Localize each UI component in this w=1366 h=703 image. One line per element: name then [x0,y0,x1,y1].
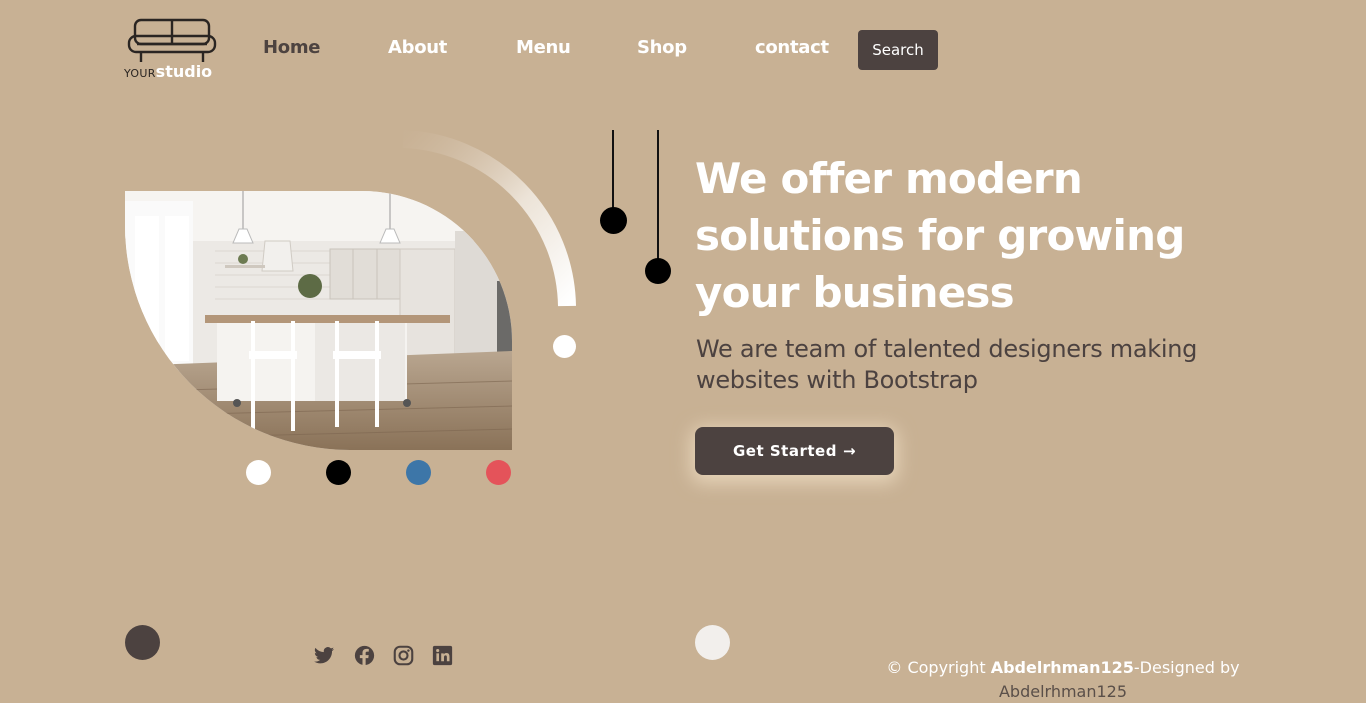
nav-about[interactable]: About [388,37,447,58]
hero-subtitle: We are team of talented designers making… [696,335,1198,394]
copyright-name: Abdelrhman125 [990,658,1134,677]
copyright-text: © Copyright Abdelrhman125-Designed by Ab… [880,656,1246,703]
brand-logo[interactable]: YOURstudio [124,16,224,84]
get-started-button[interactable]: Get Started → [695,427,894,475]
kitchen-interior-photo [125,191,512,450]
linkedin-icon[interactable] [432,645,453,666]
arrow-right-icon: → [842,442,857,460]
logo-studio: studio [155,62,213,81]
copyright-prefix: © Copyright [886,658,991,677]
facebook-icon[interactable] [354,645,375,666]
swatch-white[interactable] [246,460,271,485]
decorative-dot-dark [125,625,160,660]
pendant-ball [600,207,627,234]
sofa-icon [127,18,217,62]
swatch-blue[interactable] [406,460,431,485]
instagram-icon[interactable] [393,645,414,666]
nav-shop[interactable]: Shop [637,37,687,58]
nav-home[interactable]: Home [263,37,321,58]
get-started-label: Get Started [732,442,837,460]
swatch-black[interactable] [326,460,351,485]
decorative-dot-light [695,625,730,660]
pendant-ball [645,258,671,284]
search-button[interactable]: Search [858,30,938,70]
copyright-suffix: -Designed by [1133,658,1240,677]
logo-text: YOURstudio [124,64,212,80]
hero-title: We offer modern solutions for growing yo… [695,154,1185,317]
designer-name[interactable]: Abdelrhman125 [999,682,1127,701]
twitter-icon[interactable] [314,645,335,666]
hero-image [125,191,512,450]
logo-your: YOUR [124,67,156,80]
pendant-string [657,130,659,260]
pendant-string [612,130,614,210]
decorative-dot [553,335,576,358]
nav-menu[interactable]: Menu [516,37,571,58]
swatch-red[interactable] [486,460,511,485]
nav-contact[interactable]: contact [755,37,829,58]
